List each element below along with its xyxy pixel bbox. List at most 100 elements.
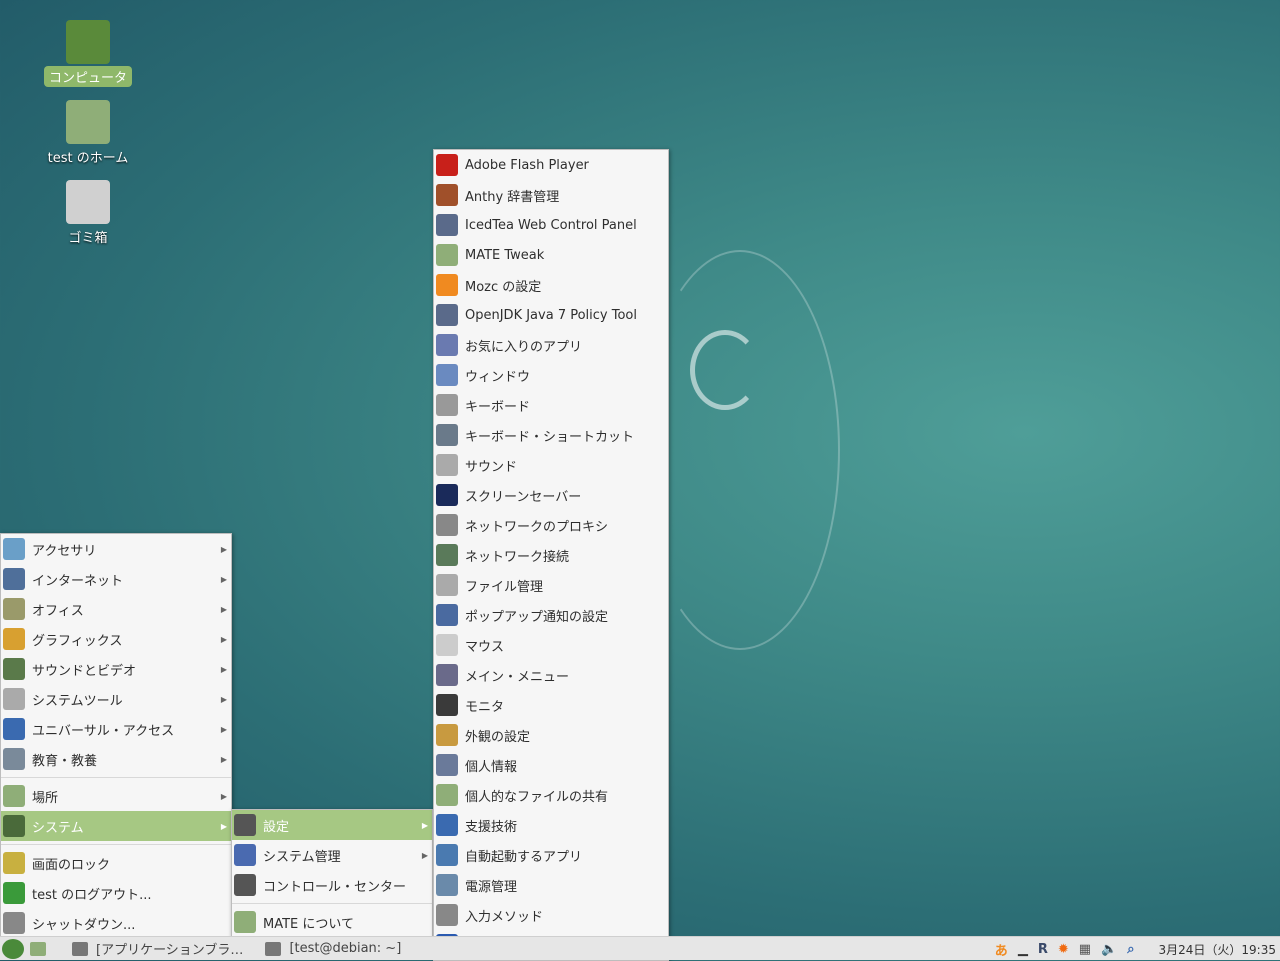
menu-item-label: 電源管理 bbox=[465, 879, 518, 895]
menu-item[interactable]: 個人情報 bbox=[434, 750, 668, 780]
submenu-arrow-icon: ▶ bbox=[220, 604, 227, 614]
anthy-dictionary-icon bbox=[436, 184, 458, 206]
menu-item[interactable]: ユニバーサル・アクセス ▶ bbox=[1, 714, 231, 744]
menu-item[interactable]: マウス bbox=[434, 630, 668, 660]
input-settings-icon[interactable]: ▦ bbox=[1079, 942, 1091, 957]
menu-item-label: 外観の設定 bbox=[465, 729, 531, 745]
menu-item[interactable]: サウンドとビデオ ▶ bbox=[1, 654, 231, 684]
menu-item[interactable]: キーボード bbox=[434, 390, 668, 420]
menu-item[interactable]: MATE について bbox=[232, 907, 432, 937]
menu-item[interactable]: OpenJDK Java 7 Policy Tool bbox=[434, 300, 668, 330]
menu-item[interactable]: test のログアウト... bbox=[1, 878, 231, 908]
menu-item[interactable]: 教育・教養 ▶ bbox=[1, 744, 231, 774]
menu-item[interactable]: システムツール ▶ bbox=[1, 684, 231, 714]
menu-item[interactable]: お気に入りのアプリ bbox=[434, 330, 668, 360]
volume-icon[interactable]: 🔈 bbox=[1101, 942, 1117, 957]
keyboard-layout-icon[interactable]: ▁ bbox=[1018, 942, 1028, 957]
submenu-arrow-icon: ▶ bbox=[220, 694, 227, 704]
menu-item-label: Adobe Flash Player bbox=[465, 157, 589, 173]
menu-item-label: サウンドとビデオ bbox=[32, 663, 137, 679]
menu-item[interactable]: 外観の設定 bbox=[434, 720, 668, 750]
menu-item[interactable]: 自動起動するアプリ bbox=[434, 840, 668, 870]
submenu-arrow-icon: ▶ bbox=[220, 574, 227, 584]
menu-item[interactable]: 画面のロック bbox=[1, 848, 231, 878]
menu-item[interactable]: 個人的なファイルの共有 bbox=[434, 780, 668, 810]
menu-item-label: キーボード・ショートカット bbox=[465, 429, 635, 445]
monitor-icon bbox=[436, 694, 458, 716]
menu-item[interactable]: ファイル管理 bbox=[434, 570, 668, 600]
show-desktop-icon[interactable] bbox=[30, 941, 46, 956]
menu-item-label: OpenJDK Java 7 Policy Tool bbox=[465, 307, 637, 323]
desktop-icon[interactable]: コンピュータ bbox=[38, 20, 138, 87]
menu-item[interactable]: アクセサリ ▶ bbox=[1, 534, 231, 564]
menu-item[interactable]: スクリーンセーバー bbox=[434, 480, 668, 510]
menu-item[interactable]: システム ▶ bbox=[1, 811, 231, 841]
mate-menu-icon[interactable] bbox=[2, 938, 24, 959]
menu-item[interactable]: シャットダウン... bbox=[1, 908, 231, 938]
menu-item[interactable]: モニタ bbox=[434, 690, 668, 720]
menu-item-label: 自動起動するアプリ bbox=[465, 849, 583, 865]
menu-item[interactable]: グラフィックス ▶ bbox=[1, 624, 231, 654]
personal-info-icon bbox=[436, 754, 458, 776]
control-center-icon bbox=[234, 874, 256, 896]
submenu-arrow-icon: ▶ bbox=[220, 634, 227, 644]
desktop-icon[interactable]: ゴミ箱 bbox=[38, 180, 138, 247]
menu-item[interactable]: Mozc の設定 bbox=[434, 270, 668, 300]
taskbar-button[interactable]: [アプリケーションブラ… bbox=[72, 939, 243, 958]
trash-icon bbox=[66, 180, 110, 224]
menu-item-label: システム管理 bbox=[263, 849, 341, 865]
submenu-arrow-icon: ▶ bbox=[421, 850, 428, 860]
menu-item-label: モニタ bbox=[465, 699, 505, 715]
menu-item-label: 個人情報 bbox=[465, 759, 518, 775]
r-icon[interactable]: R bbox=[1038, 942, 1048, 957]
graphics-palette-icon bbox=[3, 628, 25, 650]
menu-item[interactable]: ポップアップ通知の設定 bbox=[434, 600, 668, 630]
menu-item[interactable]: システム管理 ▶ bbox=[232, 840, 432, 870]
menu-item[interactable]: 電源管理 bbox=[434, 870, 668, 900]
menu-item[interactable]: オフィス ▶ bbox=[1, 594, 231, 624]
menu-item[interactable]: Adobe Flash Player bbox=[434, 150, 668, 180]
file-management-icon bbox=[436, 574, 458, 596]
menu-item[interactable]: サウンド bbox=[434, 450, 668, 480]
menu-item[interactable]: コントロール・センター bbox=[232, 870, 432, 900]
desktop-icon[interactable]: test のホーム bbox=[38, 100, 138, 167]
menu-item-label: スクリーンセーバー bbox=[465, 489, 582, 505]
menu-item-label: グラフィックス bbox=[32, 633, 123, 649]
menu-item[interactable]: インターネット ▶ bbox=[1, 564, 231, 594]
system-submenu: 設定 ▶ システム管理 ▶ コントロール・センター MATE について bbox=[231, 809, 433, 938]
submenu-arrow-icon: ▶ bbox=[220, 544, 227, 554]
update-gear-icon[interactable]: ✹ bbox=[1058, 942, 1069, 957]
menu-item[interactable]: 支援技術 bbox=[434, 810, 668, 840]
menu-separator bbox=[1, 777, 231, 778]
java-policy-icon bbox=[436, 304, 458, 326]
menu-item[interactable]: ウィンドウ bbox=[434, 360, 668, 390]
debian-swirl-center bbox=[690, 330, 760, 410]
taskbar-button[interactable]: [test@debian: ~] bbox=[265, 939, 401, 958]
folder-icon bbox=[3, 785, 25, 807]
menu-item-label: マウス bbox=[465, 639, 505, 655]
network-tray-icon[interactable]: ⌕ bbox=[1127, 942, 1134, 957]
menu-item[interactable]: キーボード・ショートカット bbox=[434, 420, 668, 450]
menu-item[interactable]: メイン・メニュー bbox=[434, 660, 668, 690]
menu-item[interactable]: ネットワーク接続 bbox=[434, 540, 668, 570]
menu-item[interactable]: MATE Tweak bbox=[434, 240, 668, 270]
menu-item[interactable]: ネットワークのプロキシ bbox=[434, 510, 668, 540]
menu-item[interactable]: 設定 ▶ bbox=[232, 810, 432, 840]
menu-item[interactable]: 入力メソッド bbox=[434, 900, 668, 930]
menu-item-label: お気に入りのアプリ bbox=[465, 339, 583, 355]
submenu-arrow-icon: ▶ bbox=[220, 664, 227, 674]
menu-item[interactable]: Anthy 辞書管理 bbox=[434, 180, 668, 210]
computer-icon bbox=[66, 20, 110, 64]
mozc-tray-icon[interactable]: あ bbox=[995, 940, 1008, 959]
menu-item-label: ユニバーサル・アクセス bbox=[32, 723, 175, 739]
menu-item[interactable]: IcedTea Web Control Panel bbox=[434, 210, 668, 240]
clock[interactable]: 3月24日（火）19:35 bbox=[1159, 941, 1277, 958]
menu-item[interactable]: 場所 ▶ bbox=[1, 781, 231, 811]
network-connection-icon bbox=[436, 544, 458, 566]
menu-item-label: test のログアウト... bbox=[32, 887, 152, 903]
desktop-icon-label: コンピュータ bbox=[43, 66, 132, 87]
logout-icon bbox=[3, 882, 25, 904]
taskbar-label: [test@debian: ~] bbox=[289, 941, 402, 956]
system-tray: あ ▁ R ✹ ▦ 🔈 ⌕ 3月24日（火）19:35 bbox=[995, 937, 1280, 961]
power-management-icon bbox=[436, 874, 458, 896]
